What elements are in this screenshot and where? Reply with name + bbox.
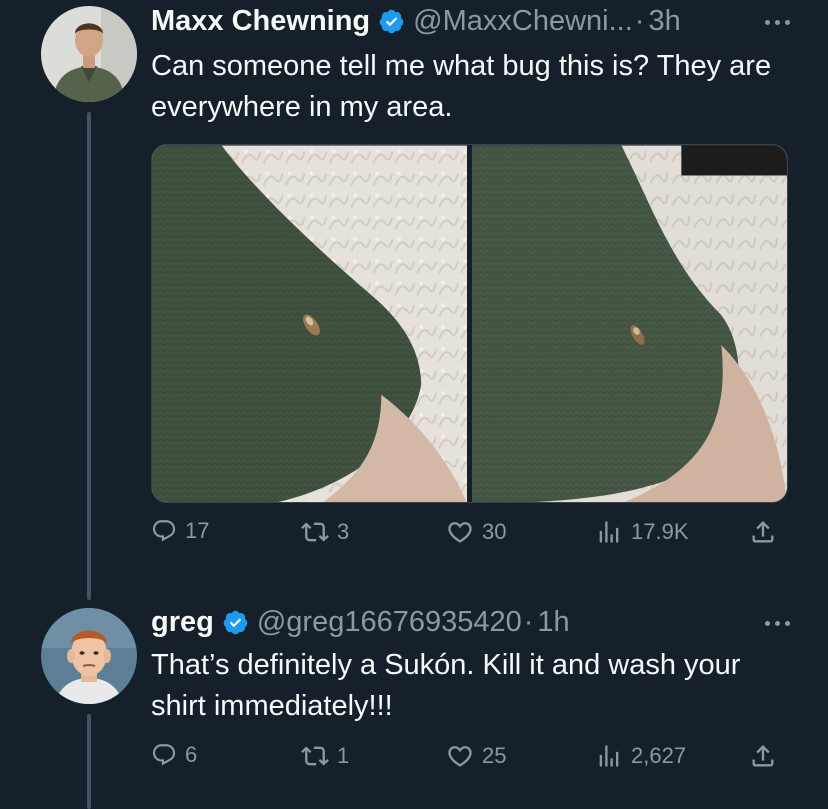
retweet-icon xyxy=(301,742,329,770)
share-icon xyxy=(749,518,777,546)
retweet-count: 1 xyxy=(337,743,350,768)
author-handle[interactable]: @greg16676935420 xyxy=(257,605,522,639)
views-icon xyxy=(595,518,623,546)
like-icon xyxy=(446,518,474,546)
thread-line-bottom xyxy=(87,714,91,809)
tweet-media[interactable] xyxy=(151,144,788,503)
reply-icon xyxy=(151,518,177,544)
verified-badge-icon xyxy=(378,8,405,35)
reply-icon xyxy=(151,742,177,768)
retweet-count: 3 xyxy=(337,519,350,544)
tweet-header: Maxx Chewning @MaxxChewni... · 3h xyxy=(151,4,681,38)
like-icon xyxy=(446,742,474,770)
reply-button[interactable]: 6 xyxy=(151,742,197,768)
views-button[interactable]: 2,627 xyxy=(595,742,686,770)
share-icon xyxy=(749,742,777,770)
like-count: 25 xyxy=(482,743,507,768)
more-icon[interactable] xyxy=(765,621,790,626)
tweet-photo-2[interactable] xyxy=(472,145,787,503)
tweet-time[interactable]: 3h xyxy=(648,4,680,38)
retweet-button[interactable]: 1 xyxy=(301,742,349,770)
tweet-actions: 17 3 30 17.9K xyxy=(151,518,788,558)
tweet-actions: 6 1 25 2,627 xyxy=(151,742,788,782)
views-icon xyxy=(595,742,623,770)
avatar-maxx[interactable] xyxy=(41,6,137,102)
reply-count: 17 xyxy=(185,518,210,543)
like-button[interactable]: 25 xyxy=(446,742,506,770)
separator-dot: · xyxy=(634,5,645,37)
views-count: 2,627 xyxy=(631,743,687,768)
verified-badge-icon xyxy=(222,609,249,636)
separator-dot: · xyxy=(523,606,534,638)
tweet-text: Can someone tell me what bug this is? Th… xyxy=(151,50,772,123)
more-icon[interactable] xyxy=(765,20,790,25)
retweet-icon xyxy=(301,518,329,546)
author-name[interactable]: Maxx Chewning xyxy=(151,4,370,38)
tweet-time[interactable]: 1h xyxy=(537,605,569,639)
like-count: 30 xyxy=(482,519,507,544)
share-button[interactable] xyxy=(749,742,777,770)
reply-button[interactable]: 17 xyxy=(151,518,209,544)
views-count: 17.9K xyxy=(631,519,689,544)
like-button[interactable]: 30 xyxy=(446,518,506,546)
author-name[interactable]: greg xyxy=(151,605,214,639)
share-button[interactable] xyxy=(749,518,777,546)
tweet-photo-1[interactable] xyxy=(152,145,467,503)
avatar-greg[interactable] xyxy=(41,608,137,704)
author-handle[interactable]: @MaxxChewni... xyxy=(413,4,633,38)
retweet-button[interactable]: 3 xyxy=(301,518,349,546)
views-button[interactable]: 17.9K xyxy=(595,518,689,546)
reply-count: 6 xyxy=(185,742,198,767)
thread-line-top xyxy=(87,112,91,600)
tweet-header: greg @greg16676935420 · 1h xyxy=(151,605,570,639)
tweet-text: That’s definitely a Sukón. Kill it and w… xyxy=(151,649,741,722)
